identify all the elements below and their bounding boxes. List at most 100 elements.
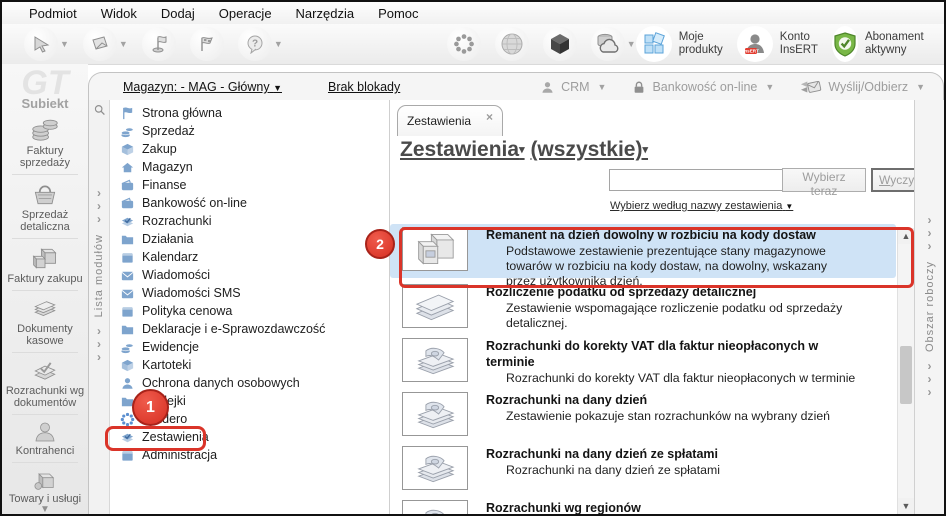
menu-bar: Podmiot Widok Dodaj Operacje Narzędzia P… [2, 2, 944, 24]
chevron-down-icon[interactable]: ▼ [274, 39, 283, 49]
tree-item-sprzedaz[interactable]: Sprzedaż [110, 122, 389, 140]
chevron-right-icon: › [97, 212, 101, 226]
title-filter-dropdown[interactable]: (wszystkie)▾ [530, 138, 648, 161]
list-scrollbar[interactable]: ▲ ▼ [897, 228, 914, 514]
wybierz-wedlug-nazwy-link[interactable]: Wybierz według nazwy zestawienia ▼ [610, 200, 793, 212]
pin-icon[interactable] [93, 104, 106, 117]
green-shield-check-icon [831, 26, 858, 62]
tree-item-kartoteki[interactable]: Kartoteki [110, 356, 389, 374]
tree-item-naklejki[interactable]: Naklejki [110, 392, 389, 410]
sidebar-item-sprzedaz-detaliczna[interactable]: Sprzedaż detaliczna [2, 180, 88, 239]
chevron-down-icon: ▼ [785, 202, 794, 211]
tree-item-magazyn[interactable]: Magazyn [110, 158, 389, 176]
wyslij-odbierz-dropdown[interactable]: Wyślij/Odbierz ▼ [800, 79, 925, 95]
tree-item-zakup[interactable]: Zakup [110, 140, 389, 158]
menu-operacje[interactable]: Operacje [208, 4, 283, 23]
tree-item-deklaracje[interactable]: Deklaracje i e-Sprawozdawczość [110, 320, 389, 338]
moje-produkty-label: Moje produkty [678, 31, 723, 56]
tree-item-bankowosc-on-line[interactable]: Bankowość on-line [110, 194, 389, 212]
tree-item-polityka-cenowa[interactable]: Polityka cenowa [110, 302, 389, 320]
crm-dropdown[interactable]: CRM ▼ [540, 80, 606, 95]
menu-narzedzia[interactable]: Narzędzia [285, 4, 366, 23]
report-row-na-dany-dzien[interactable]: Rozrachunki na dany dzień Zestawienie po… [390, 389, 896, 440]
bankowosc-dropdown[interactable]: Bankowość on-line ▼ [632, 80, 774, 95]
report-row-remanent[interactable]: Remanent na dzień dowolny w rozbiciu na … [390, 224, 896, 288]
report-cash-icon [402, 500, 468, 514]
tab-zestawienia[interactable]: Zestawienia × [397, 105, 503, 136]
abonament-button[interactable]: Abonament aktywny [831, 26, 934, 62]
sidebar-item-dokumenty-kasowe[interactable]: Dokumenty kasowe [2, 296, 88, 353]
tree-item-administracja[interactable]: Administracja [110, 446, 389, 464]
sidebar-item-kontrahenci[interactable]: Kontrahenci [2, 420, 88, 463]
crm-person-icon [540, 80, 555, 95]
chevron-down-icon[interactable]: ▼ [60, 39, 69, 49]
tree-item-wiadomosci-sms[interactable]: Wiadomości SMS [110, 284, 389, 302]
sidebar-item-towary-i-uslugi[interactable]: Towary i usługi [2, 468, 88, 505]
tree-item-kalendarz[interactable]: Kalendarz [110, 248, 389, 266]
wyczysc-button[interactable]: Wyczyść [871, 168, 914, 192]
cube-icon [550, 34, 569, 54]
search-input[interactable] [609, 169, 784, 191]
workspace-strip-label: Obszar roboczy [923, 261, 936, 353]
mail-icon [120, 268, 135, 283]
tree-item-ochrona-danych[interactable]: Ochrona danych osobowych [110, 374, 389, 392]
chevron-down-icon: ▾ [642, 144, 649, 156]
menu-dodaj[interactable]: Dodaj [150, 4, 206, 23]
reports-icon [120, 430, 135, 445]
sidebar-overflow-area: ▼ [2, 505, 88, 515]
vendero-button[interactable] [446, 27, 481, 61]
title-zestawienia-dropdown[interactable]: Zestawienia▾ [400, 138, 525, 161]
menu-widok[interactable]: Widok [90, 4, 148, 23]
chevron-down-icon: ▼ [916, 82, 925, 92]
tree-item-wiadomosci[interactable]: Wiadomości [110, 266, 389, 284]
sidebar-item-faktury-sprzedazy[interactable]: Faktury sprzedaży [2, 116, 88, 175]
konto-insert-label: Konto InsERT [779, 31, 818, 56]
warehouse-icon [120, 160, 135, 175]
close-icon[interactable]: × [486, 110, 493, 124]
konto-insert-button[interactable]: InsERT Konto InsERT [736, 26, 818, 62]
chevron-down-icon[interactable]: ▼ [627, 39, 636, 49]
finish-flag-button[interactable] [189, 27, 224, 61]
tree-item-strona-glowna[interactable]: Strona główna [110, 104, 389, 122]
tree-item-ewidencje[interactable]: Ewidencje [110, 338, 389, 356]
scrollbar-thumb[interactable] [900, 346, 912, 404]
help-button[interactable]: ? [237, 27, 272, 61]
menu-podmiot[interactable]: Podmiot [18, 4, 88, 23]
cube-button[interactable] [542, 27, 577, 61]
tree-item-finanse[interactable]: Finanse [110, 176, 389, 194]
chevron-down-icon[interactable]: ▼ [119, 39, 128, 49]
report-row-wg-regionow[interactable]: Rozrachunki wg regionów Zestawienia prez… [390, 497, 896, 514]
coins-icon [120, 124, 135, 139]
gt-watermark: GT [21, 64, 69, 102]
menu-pomoc[interactable]: Pomoc [367, 4, 429, 23]
magazyn-selector[interactable]: Magazyn: - MAG - Główny ▼ [123, 80, 282, 94]
scroll-down-icon[interactable]: ▼ [898, 498, 914, 514]
moje-produkty-button[interactable]: Moje produkty [635, 26, 723, 62]
report-row-ze-splatami[interactable]: Rozrachunki na dany dzień ze spłatami Ro… [390, 443, 896, 494]
cloud-data-button[interactable] [590, 27, 625, 61]
globe-icon [501, 33, 523, 55]
web-button[interactable] [494, 27, 529, 61]
send-document-button[interactable] [82, 27, 117, 61]
flag-button[interactable] [141, 27, 176, 61]
declarations-icon [120, 322, 135, 337]
divider [12, 352, 78, 353]
divider [12, 290, 78, 291]
sidebar-item-rozrachunki-wg-dokumentow[interactable]: Rozrachunki wg dokumentów [2, 358, 88, 415]
basket-icon [28, 180, 62, 208]
tree-item-zestawienia[interactable]: Zestawienia [110, 428, 389, 446]
report-row-rozliczenie-podatku[interactable]: Rozliczenie podatku od sprzedaży detalic… [390, 281, 896, 332]
tree-item-rozrachunki[interactable]: Rozrachunki [110, 212, 389, 230]
wybierz-teraz-button[interactable]: Wybierz teraz [782, 168, 866, 198]
flag-icon [120, 106, 135, 121]
report-row-korekta-vat[interactable]: Rozrachunki do korekty VAT dla faktur ni… [390, 335, 896, 386]
scroll-up-icon[interactable]: ▲ [898, 228, 914, 244]
chevron-down-icon[interactable]: ▼ [40, 505, 50, 515]
sidebar-item-faktury-zakupu[interactable]: Faktury zakupu [2, 244, 88, 291]
brak-blokady-link[interactable]: Brak blokady [328, 80, 400, 94]
chevron-right-icon: › [97, 350, 101, 365]
chevron-down-icon: ▼ [597, 82, 607, 92]
navigate-button[interactable] [24, 27, 58, 61]
tree-item-dzialania[interactable]: Działania [110, 230, 389, 248]
tree-item-vendero[interactable]: vendero [110, 410, 389, 428]
